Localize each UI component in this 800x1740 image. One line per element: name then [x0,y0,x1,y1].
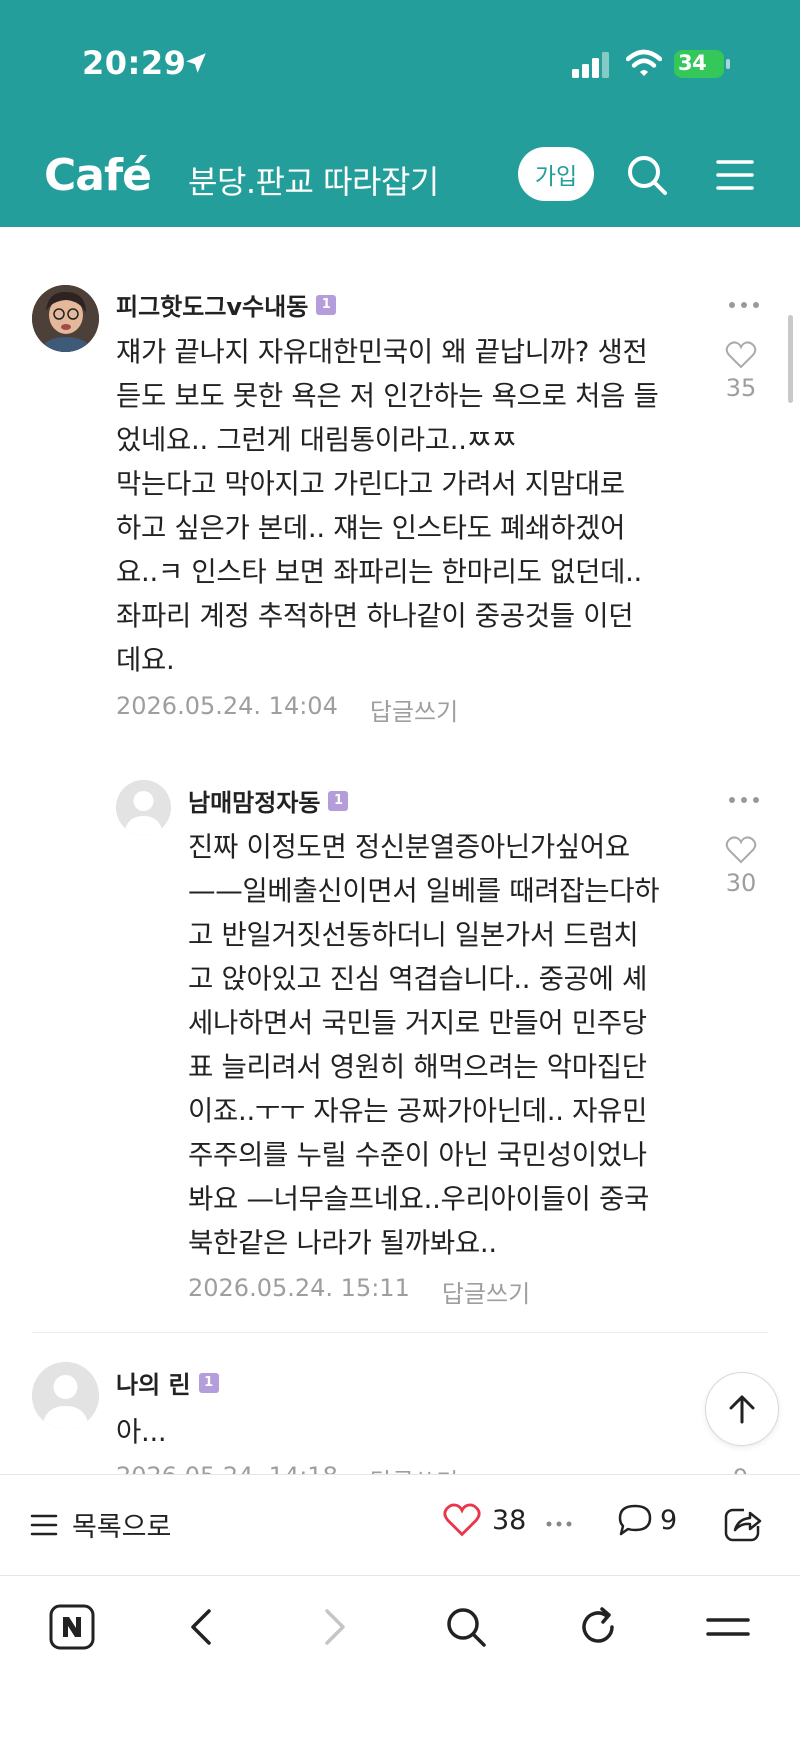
browser-search-button[interactable] [438,1599,494,1655]
comments-button[interactable]: 9 [616,1502,677,1538]
scroll-to-top-button[interactable] [705,1372,779,1446]
author-row: 나의 린 1 [116,1365,219,1400]
default-profile-icon [116,780,171,835]
wifi-icon [626,49,662,76]
heart-icon [443,1503,481,1537]
more-options-icon[interactable] [726,298,762,312]
like-button[interactable]: 30 [716,835,766,897]
reply-button[interactable]: 답글쓰기 [370,692,458,727]
like-count: 35 [725,374,757,402]
status-time: 20:29 [82,44,187,82]
author-name[interactable]: 나의 린 [116,1365,191,1400]
like-count: 30 [725,869,757,897]
like-button[interactable]: 35 [716,340,766,402]
cafe-logo[interactable]: Café [44,150,152,201]
author-row: 남매맘정자동 1 [188,783,349,818]
browser-menu-button[interactable] [700,1599,756,1655]
more-options-icon[interactable] [545,1520,573,1528]
hamburger-menu-icon [706,1618,750,1636]
cafe-title[interactable]: 분당.판교 따라잡기 [188,157,439,203]
comment-date: 2026.05.24. 14:18 [116,1462,338,1474]
heart-outline-icon [725,341,757,369]
arrow-up-icon [729,1395,755,1424]
partially-hidden-row: 2026.05.24. 14:18 답글쓰기 9 [0,1440,800,1474]
member-level-badge: 1 [328,790,349,811]
back-to-list-label: 목록으로 [72,1512,172,1543]
refresh-icon [582,1607,614,1643]
browser-reload-button[interactable] [570,1599,626,1655]
chevron-right-icon [325,1609,345,1645]
like-count: 9 [733,1464,748,1474]
comment-meta: 2026.05.24. 14:04 답글쓰기 [116,692,458,727]
battery-level: 34 [678,51,707,75]
browser-forward-button[interactable] [306,1599,362,1655]
author-name[interactable]: 피그핫도그v수내동 [116,287,308,322]
browser-toolbar [0,1577,800,1740]
member-level-badge: 1 [198,1372,219,1393]
hamburger-menu-icon[interactable] [712,152,758,198]
naver-n-icon [49,1604,95,1650]
comment-count: 9 [660,1504,678,1536]
post-like-button[interactable]: 38 [442,1502,526,1538]
avatar[interactable] [32,285,99,352]
join-button[interactable]: 가입 [518,147,594,201]
comment-meta: 2026.05.24. 15:11 답글쓰기 [188,1274,530,1309]
browser-back-button[interactable] [174,1599,230,1655]
speech-bubble-icon [618,1504,652,1536]
default-profile-icon [32,1362,99,1429]
chevron-left-icon [191,1609,211,1645]
member-level-badge: 1 [316,294,337,315]
search-icon [447,1608,486,1647]
heart-outline-icon [725,836,757,864]
article-action-bar: 목록으로 38 9 [0,1474,800,1576]
reply-button[interactable]: 답글쓰기 [442,1274,530,1309]
comment-date: 2026.05.24. 15:11 [188,1274,410,1302]
app-header: 20:29 34 Café 분당.판교 따라잡기 가입 [0,0,800,227]
comment-divider [32,1332,768,1333]
location-arrow-icon [186,53,206,73]
search-icon[interactable] [624,152,670,198]
author-row: 피그핫도그v수내동 1 [116,287,337,322]
comment-text: 진짜 이정도면 정신분열증아닌가싶어요 ——일베출신이면서 일베를 때려잡는다하… [188,831,660,1259]
author-name[interactable]: 남매맘정자동 [188,783,320,818]
naver-home-button[interactable] [44,1599,100,1655]
comment-meta: 2026.05.24. 14:18 답글쓰기 [116,1462,458,1474]
more-options-icon[interactable] [726,793,762,807]
post-like-count: 38 [492,1504,527,1536]
list-icon [30,1514,58,1535]
status-bar: 20:29 34 [0,0,800,130]
cellular-signal-icon [572,52,609,78]
share-icon[interactable] [722,1502,764,1544]
user-photo-icon [32,285,99,352]
avatar[interactable] [116,780,171,835]
scrollbar-thumb[interactable] [788,315,793,403]
app-bar: Café 분당.판교 따라잡기 가입 [0,130,800,227]
comment-text: 쟤가 끝나지 자유대한민국이 왜 끝납니까? 생전 듣도 보도 못한 욕은 저 … [116,336,659,676]
comment-date: 2026.05.24. 14:04 [116,692,338,720]
back-to-list-button[interactable]: 목록으로 [30,1505,171,1544]
avatar[interactable] [32,1362,99,1429]
reply-button[interactable]: 답글쓰기 [370,1462,458,1474]
